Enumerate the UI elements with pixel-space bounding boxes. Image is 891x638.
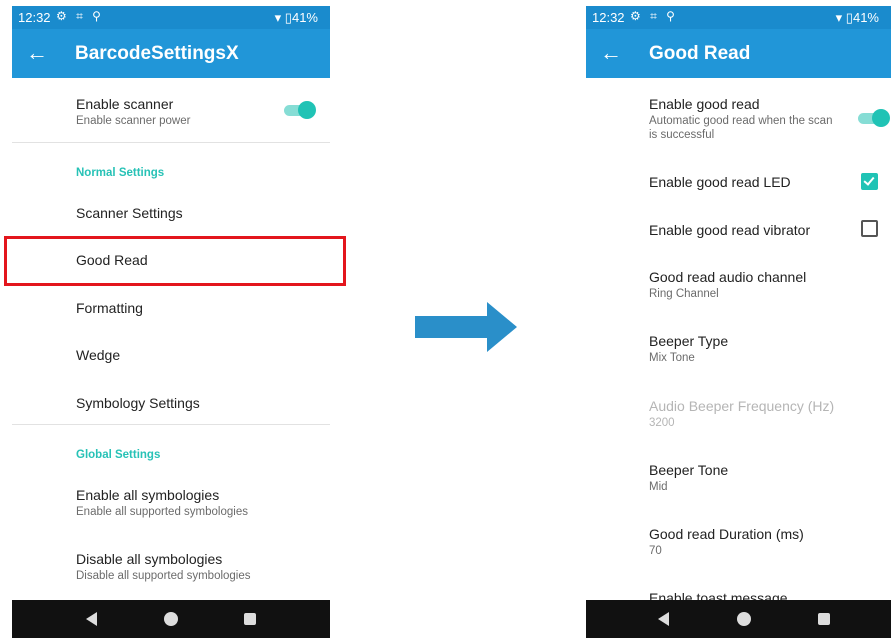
divider [12, 142, 330, 143]
good-read-duration-value: 70 [649, 545, 662, 557]
beeper-tone-value: Mid [649, 481, 668, 493]
enable-good-read-subtitle: Automatic good read when the scan is suc… [649, 115, 833, 141]
good-read-duration-title: Good read Duration (ms) [649, 526, 804, 542]
good-read-led-title: Enable good read LED [649, 174, 791, 190]
highlight-box-good-read [4, 236, 346, 286]
phone-screen-good-read: 12:32 ⚙ ⌗ ⚲ ▾ ▯41% ← Good Read Enable go… [586, 6, 891, 638]
menu-item-symbology-settings[interactable]: Symbology Settings [76, 395, 200, 411]
divider [12, 424, 330, 425]
enable-all-subtitle: Enable all supported symbologies [76, 506, 248, 518]
app-bar: ← BarcodeSettingsX [12, 29, 330, 78]
arrow-left-icon[interactable]: ← [26, 40, 48, 66]
beeper-tone-title: Beeper Tone [649, 462, 729, 478]
nav-recents-icon[interactable] [818, 613, 830, 625]
enable-all-title: Enable all symbologies [76, 487, 220, 503]
enable-scanner-toggle[interactable] [284, 101, 318, 119]
status-time: 12:32 [18, 10, 51, 25]
menu-item-scanner-settings[interactable]: Scanner Settings [76, 205, 183, 221]
battery-level: ▾ ▯41% [835, 10, 879, 25]
good-read-led-checkbox[interactable] [861, 173, 878, 190]
beeper-type-value: Mix Tone [649, 352, 695, 364]
enable-scanner-title: Enable scanner [76, 96, 174, 112]
audio-channel-value: Ring Channel [649, 288, 719, 300]
gear-icon: ⚙ ⌗ ⚲ [56, 9, 104, 23]
section-header-normal: Normal Settings [76, 167, 165, 179]
audio-channel-title: Good read audio channel [649, 269, 807, 285]
page-title: BarcodeSettingsX [75, 43, 239, 64]
arrow-left-icon[interactable]: ← [600, 40, 622, 66]
system-nav-bar [586, 600, 891, 638]
gear-icon: ⚙ ⌗ ⚲ [630, 9, 678, 23]
beeper-type-title: Beeper Type [649, 333, 729, 349]
phone-screen-barcode-settings: 12:32 ⚙ ⌗ ⚲ ▾ ▯41% ← BarcodeSettingsX En… [12, 6, 330, 638]
disable-all-subtitle: Disable all supported symbologies [76, 570, 251, 582]
battery-level: ▾ ▯41% [274, 10, 318, 25]
arrow-right-icon [415, 302, 517, 352]
disable-all-title: Disable all symbologies [76, 551, 223, 567]
nav-back-icon[interactable] [658, 612, 669, 626]
nav-home-icon[interactable] [737, 612, 751, 626]
nav-back-icon[interactable] [86, 612, 97, 626]
nav-recents-icon[interactable] [244, 613, 256, 625]
page-title: Good Read [649, 43, 751, 64]
good-read-vibrator-checkbox[interactable] [861, 220, 878, 237]
good-read-vibrator-title: Enable good read vibrator [649, 222, 811, 238]
status-bar: 12:32 ⚙ ⌗ ⚲ ▾ ▯41% [586, 6, 891, 29]
enable-good-read-toggle[interactable] [858, 109, 891, 127]
nav-home-icon[interactable] [164, 612, 178, 626]
app-bar: ← Good Read [586, 29, 891, 78]
enable-scanner-subtitle: Enable scanner power [76, 115, 191, 127]
system-nav-bar [12, 600, 330, 638]
section-header-global: Global Settings [76, 449, 161, 461]
enable-good-read-title: Enable good read [649, 96, 760, 112]
status-bar: 12:32 ⚙ ⌗ ⚲ ▾ ▯41% [12, 6, 330, 29]
status-time: 12:32 [592, 10, 625, 25]
menu-item-wedge[interactable]: Wedge [76, 347, 120, 363]
beeper-frequency-title: Audio Beeper Frequency (Hz) [649, 398, 835, 414]
beeper-frequency-value: 3200 [649, 417, 675, 429]
menu-item-formatting[interactable]: Formatting [76, 300, 143, 316]
